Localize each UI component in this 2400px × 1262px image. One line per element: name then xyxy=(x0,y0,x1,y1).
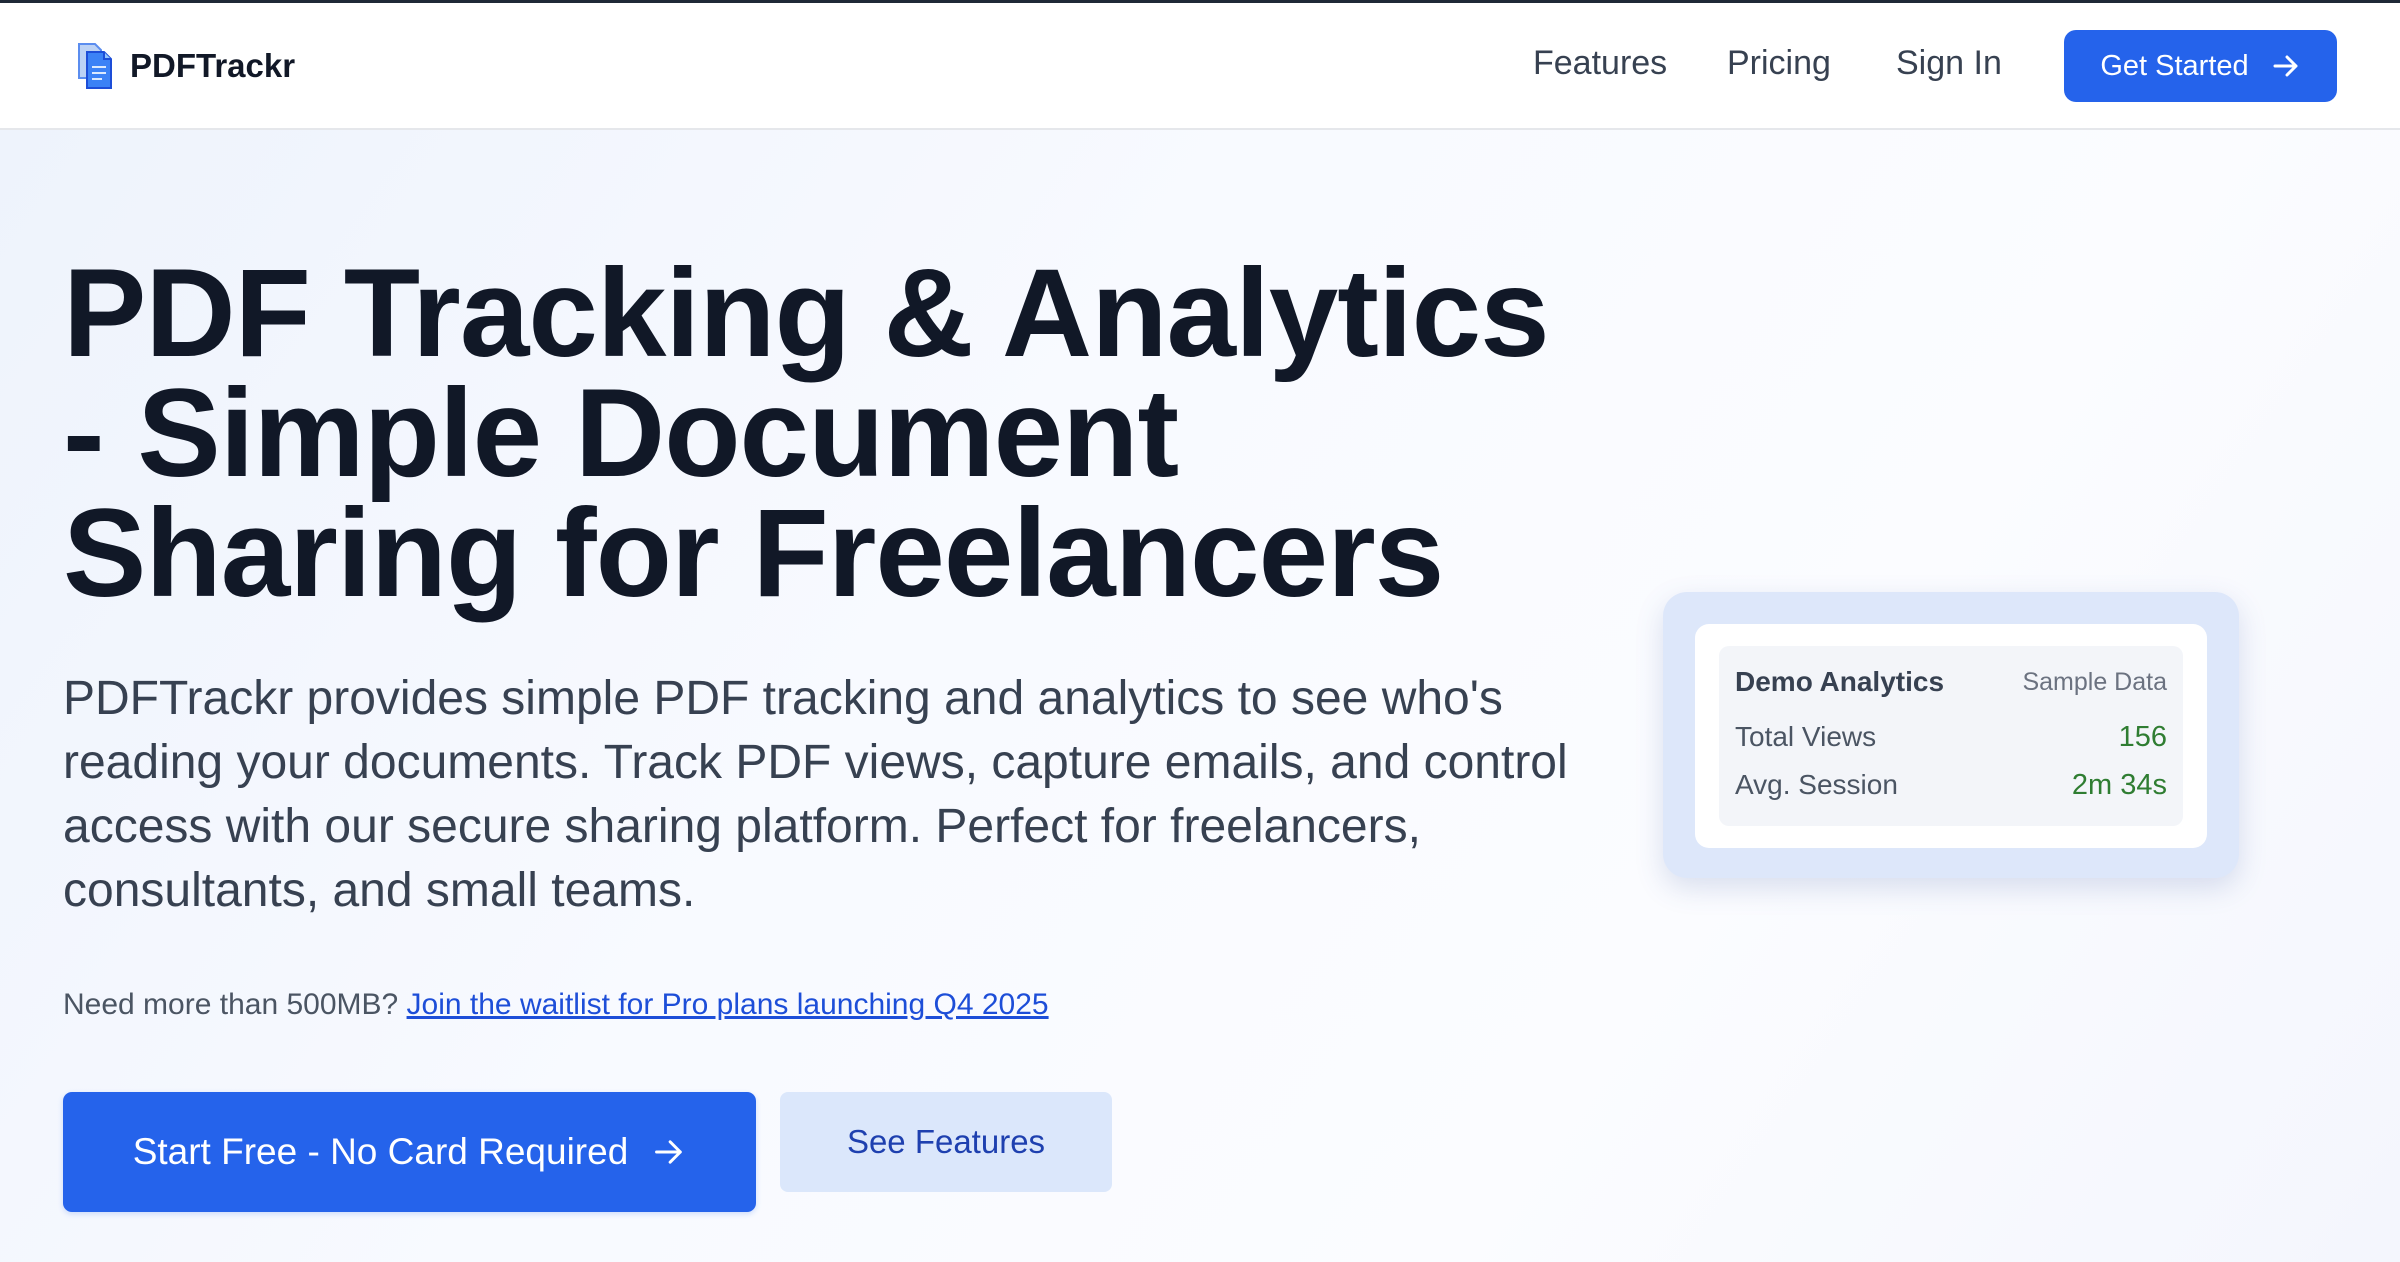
nav-link-pricing[interactable]: Pricing xyxy=(1727,43,1831,83)
document-icon xyxy=(78,43,112,89)
start-free-button[interactable]: Start Free - No Card Required xyxy=(63,1092,756,1212)
hero-subtext: PDFTrackr provides simple PDF tracking a… xyxy=(63,672,1568,917)
hero-section: PDF Tracking & Analytics - Simple Docume… xyxy=(0,130,2400,1262)
demo-analytics-card: Demo Analytics Sample Data Total Views 1… xyxy=(1695,624,2207,848)
stat-value-total-views: 156 xyxy=(2118,721,2167,753)
logo[interactable]: PDFTrackr xyxy=(76,41,295,91)
demo-analytics-panel: Demo Analytics Sample Data Total Views 1… xyxy=(1663,592,2239,878)
waitlist-prefix: Need more than 500MB? xyxy=(63,988,399,1021)
see-features-button[interactable]: See Features xyxy=(780,1092,1112,1192)
headline-line-1: PDF Tracking & Analytics xyxy=(63,244,1550,383)
see-features-label: See Features xyxy=(846,1123,1046,1160)
headline-line-2: - Simple Document xyxy=(63,364,1179,503)
headline-line-3: Sharing for Freelancers xyxy=(63,484,1444,623)
arrow-right-icon xyxy=(655,1140,683,1164)
waitlist-link[interactable]: Join the waitlist for Pro plans launchin… xyxy=(407,988,1049,1021)
brand-name: PDFTrackr xyxy=(130,47,296,84)
stat-label-avg-session: Avg. Session xyxy=(1735,769,1898,800)
nav-link-features[interactable]: Features xyxy=(1533,43,1667,83)
nav-link-sign-in[interactable]: Sign In xyxy=(1896,43,2002,83)
stat-value-avg-session: 2m 34s xyxy=(2071,769,2167,801)
start-free-label: Start Free - No Card Required xyxy=(132,1131,629,1172)
navbar: PDFTrackr Features Pricing Sign In Get S… xyxy=(0,3,2400,130)
demo-title: Demo Analytics xyxy=(1735,666,1945,697)
waitlist-notice: Need more than 500MB? Join the waitlist … xyxy=(63,987,1049,1023)
get-started-label: Get Started xyxy=(2100,49,2249,82)
demo-analytics-content: Demo Analytics Sample Data Total Views 1… xyxy=(1719,646,2183,826)
arrow-right-icon xyxy=(2273,55,2298,77)
get-started-button[interactable]: Get Started xyxy=(2064,30,2337,102)
stat-label-total-views: Total Views xyxy=(1735,721,1877,752)
hero-headline: PDF Tracking & Analytics - Simple Docume… xyxy=(63,251,1623,616)
sample-data-badge: Sample Data xyxy=(2022,668,2167,696)
